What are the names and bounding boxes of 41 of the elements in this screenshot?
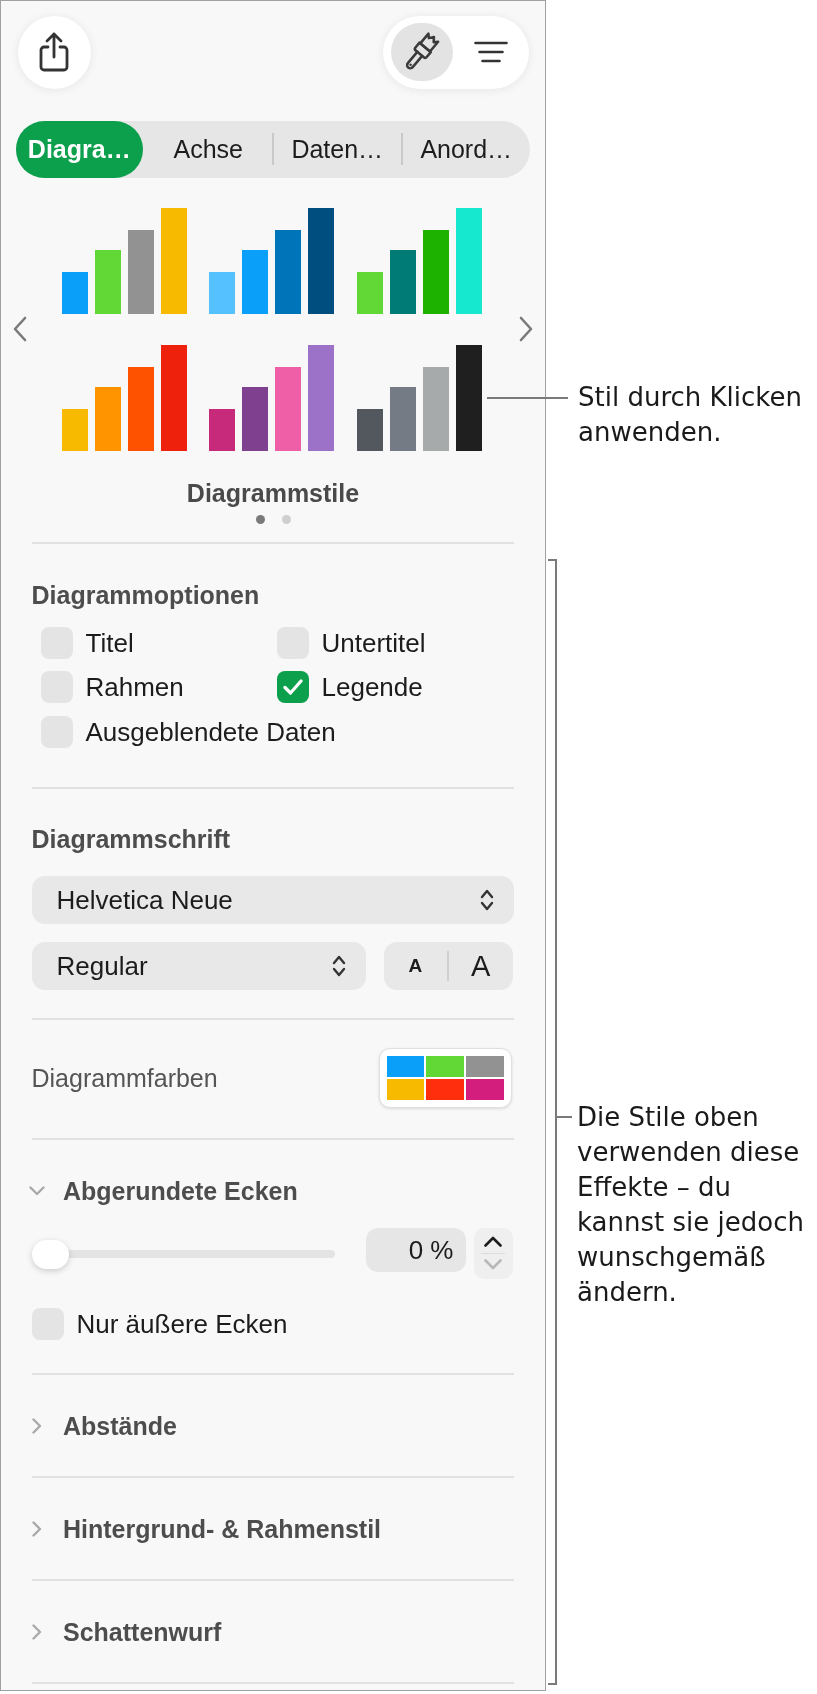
decrease-font-size-button[interactable]: A <box>383 942 448 990</box>
section-heading: Diagrammoptionen <box>31 579 261 610</box>
carousel-title: Diagrammstile <box>185 477 361 508</box>
menu-icon <box>473 41 508 63</box>
checkbox-label[interactable]: Rahmen <box>85 671 184 704</box>
callout-text: Stil durch Klicken anwenden. <box>578 381 802 449</box>
section-toggle[interactable]: Abgerundete Ecken <box>29 1176 298 1206</box>
chevron-up-icon[interactable] <box>484 1236 502 1247</box>
tab[interactable]: Daten… <box>273 120 401 178</box>
chart-bar[interactable] <box>356 408 383 451</box>
checkbox-label[interactable]: Nur äußere Ecken <box>76 1308 288 1340</box>
section-toggle[interactable]: Hintergrund- & Rahmenstil <box>29 1514 382 1544</box>
font-style-dropdown[interactable]: Regular <box>31 942 366 990</box>
chevron-left-icon[interactable] <box>12 316 27 342</box>
font-family-dropdown[interactable]: Helvetica Neue <box>31 876 514 924</box>
checkbox[interactable] <box>276 671 309 704</box>
section-toggle[interactable]: Schattenwurf <box>29 1617 222 1647</box>
share-icon <box>39 32 69 72</box>
checkbox-label[interactable]: Untertitel <box>321 626 426 659</box>
page-dot-icon[interactable] <box>255 514 265 524</box>
callout-text: Die Stile oben verwenden diese Effekte – du kannst sie jedoch wunschgemäß ändern. <box>577 1100 804 1309</box>
slider-thumb[interactable] <box>31 1239 69 1269</box>
checkbox-label[interactable]: Legende <box>321 671 423 704</box>
paintbrush-button[interactable] <box>390 23 453 81</box>
color-palette-button[interactable] <box>378 1048 512 1108</box>
checkbox-label[interactable]: Titel <box>85 626 134 659</box>
page-dot-icon[interactable] <box>281 514 291 524</box>
colors-label: Diagrammfarben <box>31 1063 218 1093</box>
increase-font-size-button[interactable]: A <box>448 942 513 990</box>
chevron-right-icon[interactable] <box>518 316 533 342</box>
up-down-chevron-icon <box>480 888 494 912</box>
slider-track[interactable] <box>31 1239 335 1269</box>
tab[interactable]: Achse <box>144 120 272 178</box>
checkmark-icon <box>282 679 303 696</box>
section-heading: Diagrammschrift <box>31 824 232 854</box>
tab[interactable]: Anord… <box>402 120 530 178</box>
up-down-chevron-icon <box>331 954 346 978</box>
value-field[interactable]: 0 % <box>365 1228 466 1272</box>
section-toggle[interactable]: Abstände <box>29 1411 177 1441</box>
chart-bar[interactable] <box>455 344 482 451</box>
checkbox-label[interactable]: Ausgeblendete Daten <box>85 715 336 748</box>
